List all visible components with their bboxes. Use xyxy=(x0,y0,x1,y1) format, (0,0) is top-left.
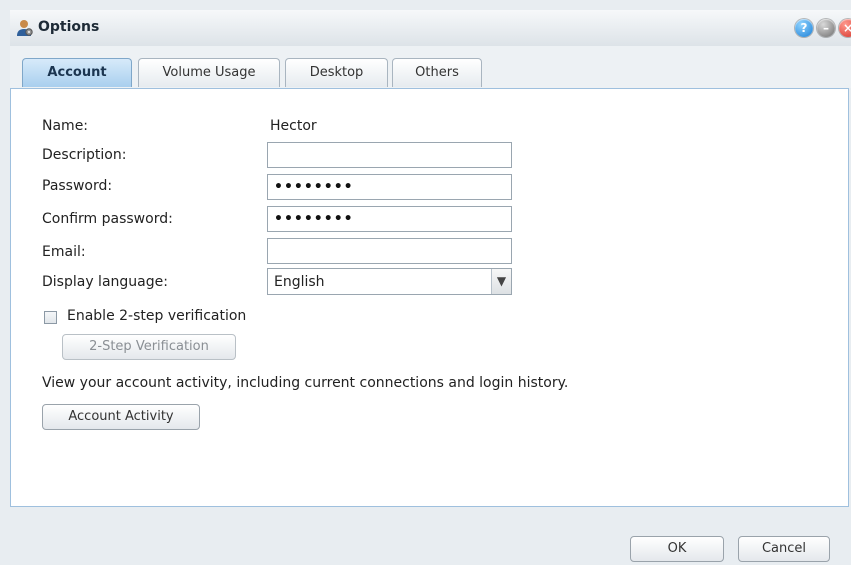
chevron-down-icon[interactable]: ▼ xyxy=(491,269,511,294)
two-step-checkbox-label[interactable]: Enable 2-step verification xyxy=(67,308,246,324)
confirm-password-field[interactable]: •••••••• xyxy=(267,206,512,232)
password-field[interactable]: •••••••• xyxy=(267,174,512,200)
options-window: Options ? – × Account Volume Usage Deskt… xyxy=(0,0,851,565)
display-language-select[interactable]: English ▼ xyxy=(267,268,512,295)
account-activity-description: View your account activity, including cu… xyxy=(42,375,569,391)
description-label: Description: xyxy=(42,147,127,163)
password-label: Password: xyxy=(42,178,113,194)
tab-bar: Account Volume Usage Desktop Others xyxy=(10,46,851,88)
tab-volume-usage[interactable]: Volume Usage xyxy=(138,58,280,87)
name-label: Name: xyxy=(42,118,89,134)
tab-desktop[interactable]: Desktop xyxy=(285,58,388,87)
cancel-button[interactable]: Cancel xyxy=(738,536,830,562)
tab-others[interactable]: Others xyxy=(392,58,482,87)
ok-button[interactable]: OK xyxy=(630,536,724,562)
two-step-checkbox[interactable] xyxy=(44,311,57,324)
display-language-label: Display language: xyxy=(42,274,168,290)
dialog-footer: OK Cancel xyxy=(10,518,851,565)
minimize-icon[interactable]: – xyxy=(817,19,835,37)
help-icon[interactable]: ? xyxy=(795,19,813,37)
close-icon[interactable]: × xyxy=(839,19,851,37)
window-title: Options xyxy=(38,19,100,35)
two-step-verification-button[interactable]: 2-Step Verification xyxy=(62,334,236,360)
email-field[interactable] xyxy=(267,238,512,264)
tab-account[interactable]: Account xyxy=(22,58,132,87)
title-bar: Options ? – × xyxy=(10,10,851,47)
account-activity-button[interactable]: Account Activity xyxy=(42,404,200,430)
user-options-icon xyxy=(17,20,33,36)
description-field[interactable] xyxy=(267,142,512,168)
display-language-value: English xyxy=(274,274,325,290)
email-label: Email: xyxy=(42,244,86,260)
confirm-password-label: Confirm password: xyxy=(42,211,173,227)
name-value: Hector xyxy=(270,118,317,134)
